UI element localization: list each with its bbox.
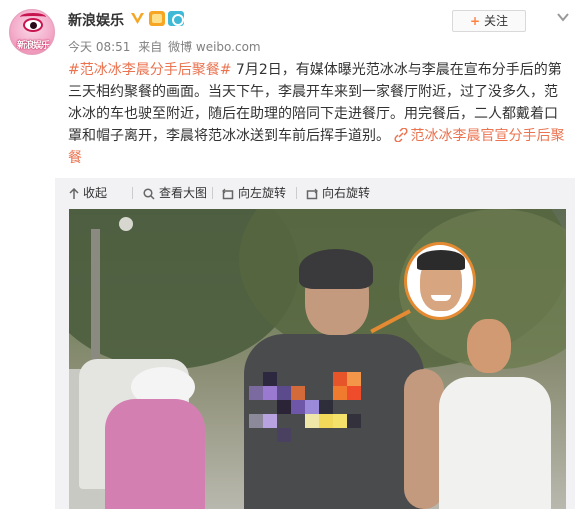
toolbar-divider (132, 187, 133, 199)
inset-hair (417, 250, 465, 270)
rotate-left-icon (222, 188, 234, 199)
photo-bystander-body (439, 377, 551, 509)
link-icon (394, 127, 409, 143)
avatar[interactable]: 新浪娱乐 (9, 9, 55, 55)
plus-icon: + (469, 14, 481, 28)
collapse-label: 收起 (83, 186, 108, 200)
media-panel: 收起 查看大图 向左旋转 向右旋转 (55, 178, 575, 509)
post-meta: 今天 08:51 来自 微博 weibo.com (68, 38, 261, 55)
view-large-label: 查看大图 (159, 186, 208, 200)
toolbar-divider (212, 187, 213, 199)
photo-mosaic (249, 372, 379, 447)
follow-button[interactable]: + 关注 (452, 10, 526, 32)
photo-bystander-head (467, 319, 511, 373)
camera-badge-icon[interactable] (168, 11, 184, 26)
author-name[interactable]: 新浪娱乐 (68, 10, 124, 30)
from-label: 来自 (138, 40, 163, 54)
inset-mouth (431, 295, 451, 301)
photo-lamp (119, 217, 133, 231)
member-badge-icon[interactable] (149, 11, 165, 26)
post-photo[interactable] (69, 209, 566, 509)
rotate-left-button[interactable]: 向左旋转 (222, 185, 286, 201)
rotate-right-icon (306, 188, 318, 199)
eye-icon (23, 18, 43, 32)
photo-man-arm (404, 369, 444, 509)
photo-lamp-pole (91, 229, 100, 379)
chevron-down-icon[interactable] (556, 10, 570, 24)
post-text: #范冰冰李晨分手后聚餐# 7月2日，有媒体曝光范冰冰与李晨在宣布分手后的第三天相… (68, 59, 568, 169)
avatar-logo-text: 新浪娱乐 (16, 41, 50, 51)
toolbar-divider (296, 187, 297, 199)
verified-icon[interactable] (130, 11, 145, 26)
post-header: 新浪娱乐 新浪娱乐 今天 08:51 来自 微博 weibo.com + 关注 (0, 0, 575, 60)
topic-link[interactable]: #范冰冰李晨分手后聚餐# (68, 62, 231, 78)
rotate-right-button[interactable]: 向右旋转 (306, 185, 370, 201)
rotate-right-label: 向右旋转 (322, 186, 371, 200)
follow-label: 关注 (484, 14, 509, 28)
photo-man-cap (299, 249, 373, 289)
up-arrow-icon (69, 187, 79, 199)
rotate-left-label: 向左旋转 (238, 186, 287, 200)
media-toolbar: 收起 查看大图 向左旋转 向右旋转 (55, 178, 575, 208)
magnify-icon (143, 187, 155, 200)
collapse-button[interactable]: 收起 (69, 185, 107, 201)
view-large-button[interactable]: 查看大图 (143, 185, 207, 201)
post-source[interactable]: 微博 weibo.com (168, 40, 261, 54)
post-time[interactable]: 今天 08:51 (68, 40, 130, 54)
inset-portrait (404, 242, 476, 320)
photo-woman (105, 399, 205, 509)
